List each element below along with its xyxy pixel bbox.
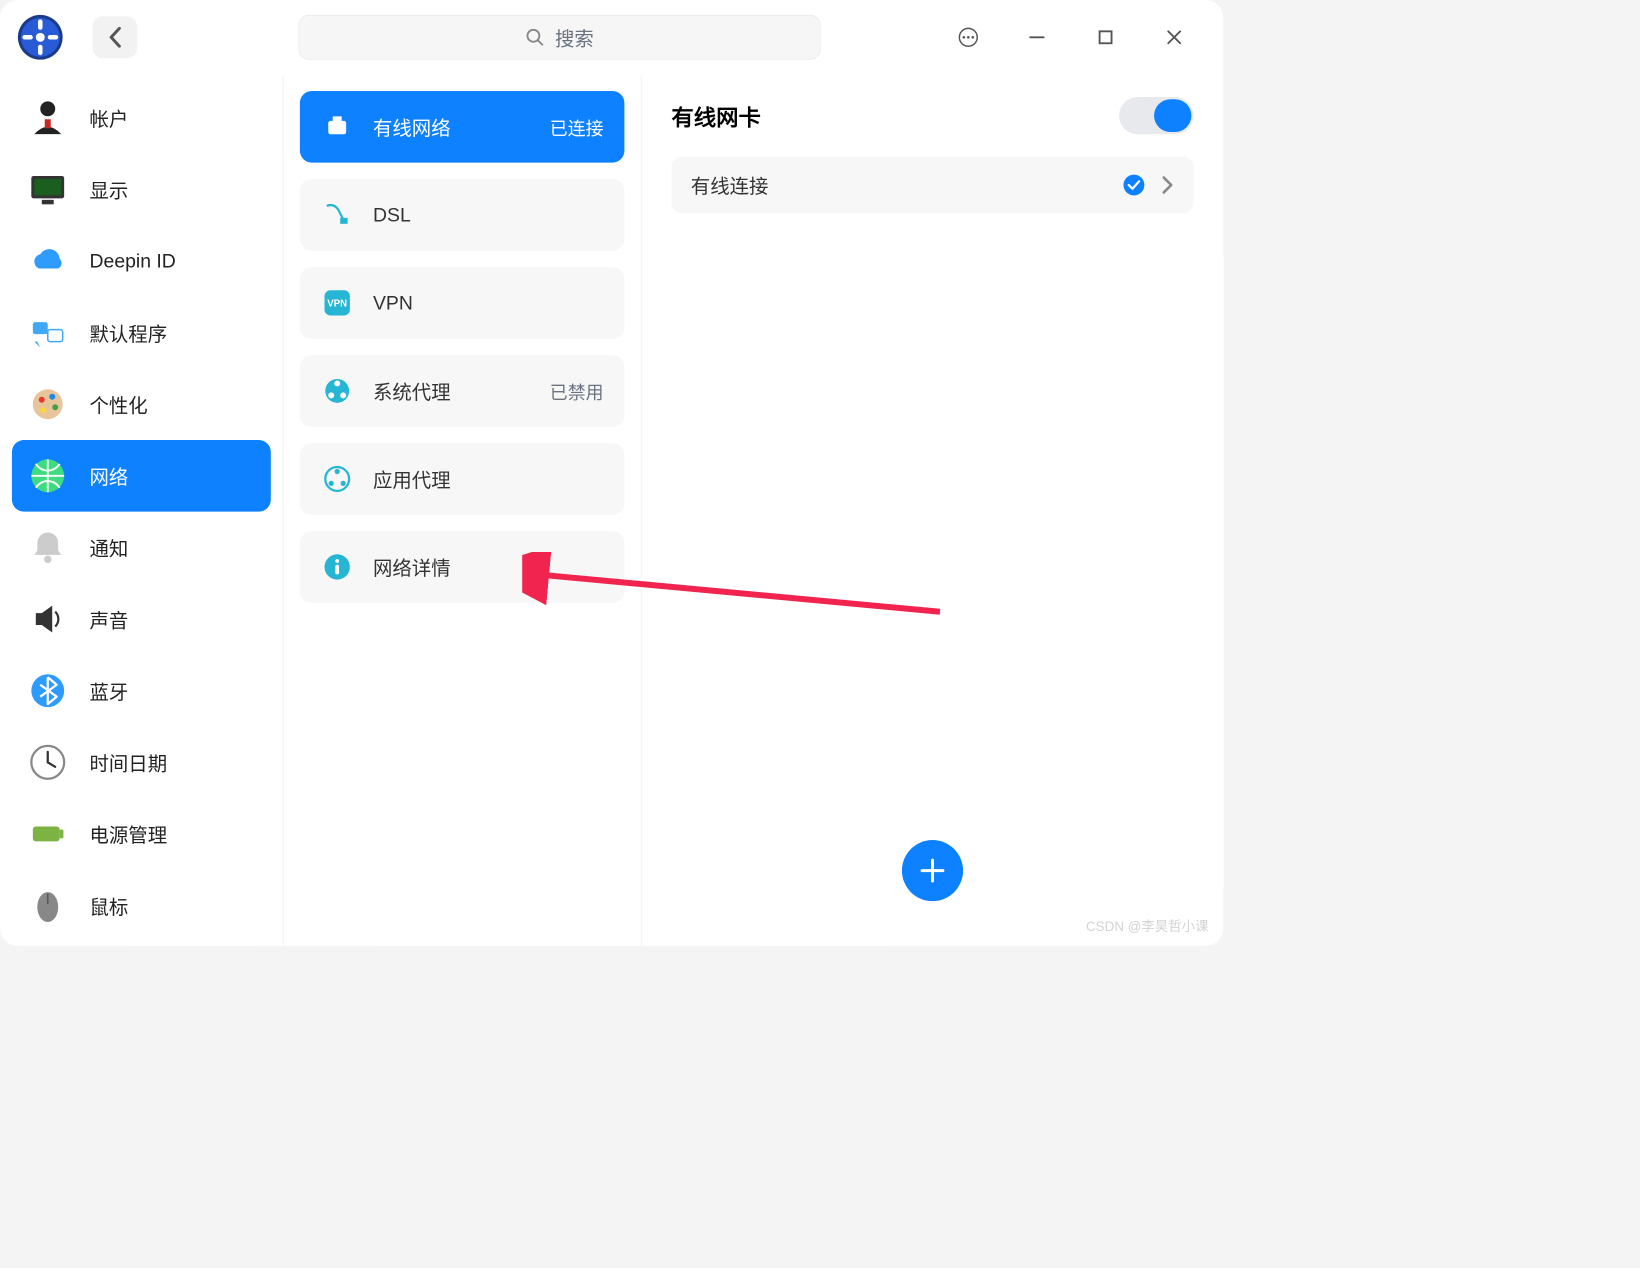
clock-icon (25, 740, 70, 785)
search-icon (525, 28, 544, 47)
sidebar-item-display[interactable]: 显示 (12, 154, 271, 226)
sidebar-item-label: 通知 (90, 534, 129, 562)
network-icon (25, 454, 70, 499)
sidebar-item-label: Deepin ID (90, 250, 176, 273)
battery-icon (25, 812, 70, 857)
add-connection-button[interactable] (902, 840, 963, 901)
bluetooth-icon (25, 668, 70, 713)
sidebar: 帐户 显示 Deepin ID 默认程序 个性化 网络 (0, 75, 283, 946)
speaker-icon (25, 597, 70, 642)
network-cat-appproxy[interactable]: 应用代理 (300, 443, 625, 515)
search-placeholder: 搜索 (555, 23, 594, 51)
connection-row[interactable]: 有线连接 (671, 157, 1193, 214)
category-label: 系统代理 (373, 377, 451, 405)
wired-nic-toggle[interactable] (1119, 97, 1194, 134)
category-label: 应用代理 (373, 465, 451, 493)
sidebar-item-sound[interactable]: 声音 (12, 583, 271, 655)
check-circle-icon (1122, 173, 1146, 197)
minimize-button[interactable] (1025, 25, 1049, 49)
sidebar-item-label: 个性化 (90, 391, 148, 419)
cloud-icon (25, 239, 70, 284)
search-input[interactable]: 搜索 (298, 15, 820, 60)
palette-icon (25, 382, 70, 427)
sidebar-item-label: 电源管理 (90, 820, 168, 848)
detail-panel: 有线网卡 有线连接 (642, 75, 1224, 946)
sidebar-item-label: 默认程序 (90, 319, 168, 347)
app-icon (15, 12, 66, 63)
ethernet-icon (321, 110, 354, 143)
sidebar-item-bluetooth[interactable]: 蓝牙 (12, 655, 271, 727)
sidebar-item-mouse[interactable]: 鼠标 (12, 870, 271, 942)
vpn-icon: VPN (321, 286, 354, 319)
sidebar-item-datetime[interactable]: 时间日期 (12, 727, 271, 799)
sidebar-item-network[interactable]: 网络 (12, 440, 271, 512)
sidebar-item-label: 帐户 (90, 104, 129, 132)
sidebar-item-label: 鼠标 (90, 892, 129, 920)
mouse-icon (25, 883, 70, 928)
user-icon (25, 95, 70, 140)
bell-icon (25, 525, 70, 570)
category-label: VPN (373, 291, 413, 314)
category-label: 有线网络 (373, 113, 451, 141)
app-proxy-icon (321, 463, 354, 496)
category-label: DSL (373, 203, 411, 226)
sidebar-item-label: 声音 (90, 605, 129, 633)
menu-button[interactable] (956, 25, 980, 49)
proxy-icon (321, 374, 354, 407)
connection-label: 有线连接 (691, 171, 769, 199)
network-category-list: 有线网络 已连接 DSL VPN VPN 系统代理 已禁用 应用代理 (283, 75, 641, 946)
sidebar-item-label: 蓝牙 (90, 677, 129, 705)
sidebar-item-account[interactable]: 帐户 (12, 82, 271, 154)
sidebar-item-personalization[interactable]: 个性化 (12, 369, 271, 441)
sidebar-item-defaultapps[interactable]: 默认程序 (12, 297, 271, 369)
category-status: 已禁用 (550, 378, 604, 404)
sidebar-item-label: 网络 (90, 462, 129, 490)
network-cat-vpn[interactable]: VPN VPN (300, 267, 625, 339)
dsl-icon (321, 198, 354, 231)
info-icon (321, 551, 354, 584)
network-cat-wired[interactable]: 有线网络 已连接 (300, 91, 625, 163)
display-icon (25, 167, 70, 212)
sidebar-item-power[interactable]: 电源管理 (12, 798, 271, 870)
category-label: 网络详情 (373, 553, 451, 581)
chevron-right-icon (1161, 175, 1174, 196)
close-button[interactable] (1162, 25, 1186, 49)
back-button[interactable] (93, 16, 138, 58)
sidebar-item-label: 显示 (90, 176, 129, 204)
detail-title: 有线网卡 (671, 99, 761, 132)
sidebar-item-notification[interactable]: 通知 (12, 512, 271, 584)
sidebar-item-deepinid[interactable]: Deepin ID (12, 225, 271, 297)
sidebar-item-label: 时间日期 (90, 749, 168, 777)
network-cat-details[interactable]: 网络详情 (300, 531, 625, 603)
svg-text:VPN: VPN (327, 299, 347, 310)
network-cat-sysproxy[interactable]: 系统代理 已禁用 (300, 355, 625, 427)
category-status: 已连接 (550, 114, 604, 140)
apps-icon (25, 310, 70, 355)
maximize-button[interactable] (1094, 25, 1118, 49)
watermark: CSDN @李昊哲小课 (1086, 916, 1209, 935)
network-cat-dsl[interactable]: DSL (300, 179, 625, 251)
